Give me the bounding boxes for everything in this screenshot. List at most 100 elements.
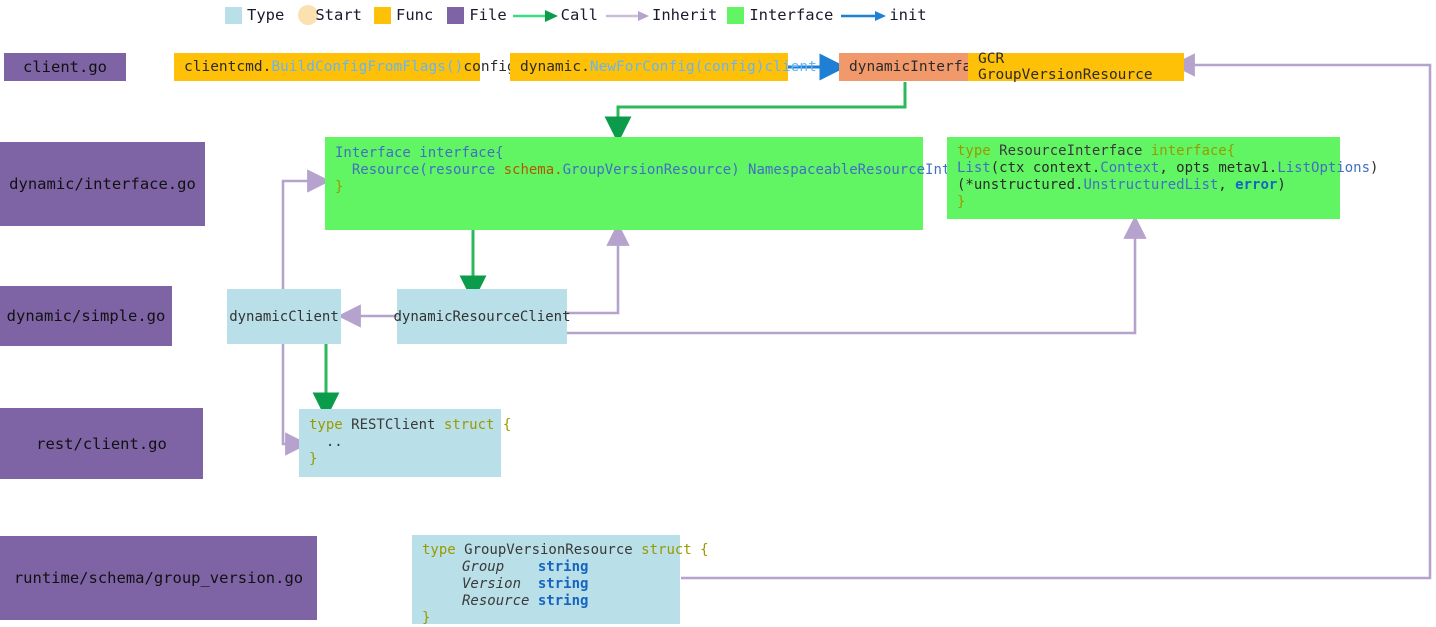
ri-close-paren: ): [1277, 177, 1286, 193]
rc-type-kw: type: [309, 417, 343, 433]
ri-ret-type: UnstructuredList: [1083, 177, 1219, 193]
file-label: rest/client.go: [36, 434, 167, 453]
legend-item-start: Start: [298, 5, 362, 25]
init-arrow-icon: [841, 7, 887, 24]
ri-type2: ListOptions: [1277, 160, 1371, 176]
edge-call-dynamicinterface-to-interface: [604, 82, 907, 144]
file-label: dynamic/interface.go: [9, 175, 196, 193]
ri-close: }: [957, 194, 966, 210]
iface-param: (resource: [419, 162, 504, 178]
file-node-client-go[interactable]: client.go: [4, 53, 126, 81]
func-node-new-for-config[interactable]: dynamic. NewForConfig(config) client: [510, 53, 817, 81]
type-node-rest-client[interactable]: type RESTClient struct { .. }: [299, 409, 511, 477]
gvr-field-name: Version: [462, 576, 522, 592]
gvr-field-pad: [521, 576, 538, 592]
gvr-name: GroupVersionResource: [455, 542, 642, 558]
interface-node-dynamic-interface[interactable]: Interface interface{ Resource(resource s…: [325, 137, 1001, 230]
func-name: BuildConfigFromFlags(): [271, 59, 464, 75]
func-node-build-config-from-flags[interactable]: clientcmd. BuildConfigFromFlags() config: [174, 53, 516, 81]
ri-param2: , opts metav1.: [1159, 160, 1278, 176]
legend-label-start: Start: [315, 6, 362, 24]
rc-name: RESTClient: [342, 417, 444, 433]
gvr-type-kw: type: [422, 542, 456, 558]
iface-kw: interface{: [410, 145, 504, 161]
type-node-dynamic-resource-client[interactable]: dynamicResourceClient: [394, 289, 571, 344]
legend-item-file: File: [447, 6, 507, 24]
legend-label-file: File: [469, 6, 507, 24]
func-pkg: clientcmd.: [184, 59, 272, 75]
diagram-canvas: Type Start Func File Call Inherit Interf…: [0, 0, 1436, 626]
interface-node-resource-interface[interactable]: type ResourceInterface interface{ List(c…: [947, 137, 1378, 219]
gvr-field-type: string: [537, 576, 589, 592]
legend-item-interface: Interface: [727, 6, 833, 24]
rc-kw: struct {: [443, 417, 512, 433]
edge-inherit-dynamicresourceclient-to-interface: [567, 222, 630, 315]
ri-name: ResourceInterface: [990, 143, 1151, 159]
ri-error: error: [1235, 177, 1278, 193]
inherit-arrow-icon: [604, 7, 650, 24]
edge-inherit-dynamicclient-to-restclient: [281, 343, 309, 456]
func-return: config: [463, 59, 516, 75]
rc-close: }: [309, 451, 318, 467]
file-node-rest-client-go[interactable]: rest/client.go: [0, 408, 203, 479]
legend-item-init: init: [841, 6, 927, 24]
legend-item-type: Type: [225, 6, 284, 24]
ri-param1: (ctx context.: [990, 160, 1101, 176]
legend-label-func: Func: [396, 6, 434, 24]
gvr-kw: struct {: [641, 542, 709, 558]
edge-inherit-dynamicclient-to-interface: [281, 169, 331, 291]
iface-close: }: [335, 179, 344, 195]
type-label: dynamicClient: [229, 308, 339, 325]
rc-body: ..: [309, 434, 343, 450]
gvr-field-name: Group: [462, 559, 505, 575]
legend-label-init: init: [889, 6, 927, 24]
file-label: client.go: [23, 58, 107, 76]
file-swatch-icon: [447, 6, 465, 24]
ri-type-kw: type: [957, 143, 991, 159]
ri-comma: ,: [1218, 177, 1236, 193]
iface-name: Interface: [335, 145, 411, 161]
edge-layer: [281, 53, 1432, 580]
legend-item-inherit: Inherit: [604, 6, 717, 24]
legend-label-inherit: Inherit: [651, 6, 718, 24]
legend: Type Start Func File Call Inherit Interf…: [225, 2, 927, 28]
gvr-field-pad: [529, 593, 537, 609]
gvr-field-name: Resource: [462, 593, 530, 609]
type-swatch-icon: [225, 6, 242, 24]
func-node-gcr-groupversionresource[interactable]: GCR GroupVersionResource: [968, 51, 1184, 83]
file-label: dynamic/simple.go: [6, 307, 166, 325]
edge-inherit-dynamicresourceclient-to-resourceinterface: [567, 215, 1147, 335]
ri-type1: Context: [1100, 160, 1160, 176]
call-arrow-icon: [512, 7, 559, 24]
start-node-dynamic-interface[interactable]: dynamicInterface: [839, 53, 989, 81]
iface-method: Resource: [335, 162, 420, 178]
ri-method: List: [957, 160, 991, 176]
file-node-runtime-schema-group-version-go[interactable]: runtime/schema/group_version.go: [0, 536, 317, 620]
gvr-field-type: string: [537, 559, 589, 575]
func-pkg: dynamic.: [520, 59, 590, 75]
gvr-field-type: string: [537, 593, 589, 609]
iface-type: GroupVersionResource: [562, 162, 732, 178]
legend-item-call: Call: [512, 6, 598, 24]
ri-ret-pkg: (*unstructured.: [957, 177, 1084, 193]
interface-swatch-icon: [727, 6, 745, 24]
ri-paren: ): [1370, 160, 1379, 176]
file-node-dynamic-simple-go[interactable]: dynamic/simple.go: [0, 286, 172, 346]
iface-paren: ): [731, 162, 749, 178]
file-node-dynamic-interface-go[interactable]: dynamic/interface.go: [0, 142, 205, 226]
type-node-group-version-resource[interactable]: type GroupVersionResource struct { Group…: [412, 535, 709, 626]
iface-pkg: schema.: [503, 162, 563, 178]
gvr-field-pad: [504, 559, 538, 575]
func-name: NewForConfig(config): [589, 59, 765, 75]
type-node-dynamic-client[interactable]: dynamicClient: [227, 289, 341, 344]
legend-label-type: Type: [247, 6, 285, 24]
func-swatch-icon: [374, 6, 391, 24]
func-return: client: [764, 59, 817, 75]
legend-label-call: Call: [560, 6, 598, 24]
gcr-label: GCR GroupVersionResource: [978, 51, 1153, 83]
file-label: runtime/schema/group_version.go: [13, 569, 304, 587]
type-label: dynamicResourceClient: [393, 308, 571, 325]
legend-item-func: Func: [374, 6, 433, 24]
legend-label-interface: Interface: [749, 6, 834, 24]
ri-kw: interface{: [1150, 143, 1236, 159]
